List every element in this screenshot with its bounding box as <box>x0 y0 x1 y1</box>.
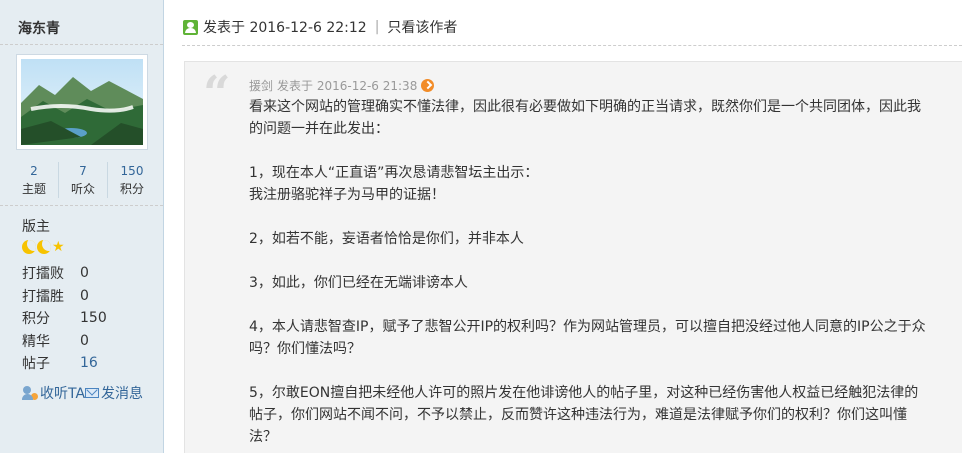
post-header: 发表于 2016-12-6 22:12 | 只看该作者 <box>183 17 457 37</box>
profile-key: 打擂胜 <box>22 288 64 305</box>
quote-line: 吗？你们懂法吗？ <box>249 341 361 357</box>
profile-key: 帖子 <box>22 356 50 373</box>
moon-icon <box>37 240 51 254</box>
profile-row: 积分 150 <box>22 307 107 330</box>
divider <box>182 45 962 46</box>
quote-block: “ 援剑 发表于 2016-12-6 21:38 看来这个网站的管理确实不懂法律… <box>184 61 962 453</box>
profile-row: 精华 0 <box>22 330 107 353</box>
quote-line: 2，如若不能，妄语者恰恰是你们，并非本人 <box>249 231 524 247</box>
jump-to-post-icon[interactable] <box>421 79 435 92</box>
stat-points-label: 积分 <box>119 182 144 196</box>
quote-line: 的问题一并在此发出： <box>249 121 389 137</box>
author-actions: 收听TA 发消息 <box>22 383 143 403</box>
profile-row: 帖子 16 <box>22 352 107 375</box>
online-status-icon <box>183 19 198 35</box>
author-sidebar: 海东青 2 主题 7 听众 150 积分 版主 ★ 打擂败 0 打擂胜 0 积分… <box>0 0 164 453</box>
posts-count-link[interactable]: 16 <box>80 355 98 371</box>
profile-key: 精华 <box>22 333 50 350</box>
profile-value: 0 <box>80 287 89 304</box>
quote-author: 援剑 <box>249 79 274 93</box>
stat-points[interactable]: 150 积分 <box>108 162 156 198</box>
rank-stars: ★ <box>22 240 65 254</box>
separator: | <box>374 19 380 35</box>
quote-line: 看来这个网站的管理确实不懂法律，因此很有必要做如下明确的正当请求，既然你们是一个… <box>249 99 921 115</box>
stat-followers[interactable]: 7 听众 <box>59 162 108 198</box>
profile-value: 0 <box>80 265 89 282</box>
stat-threads[interactable]: 2 主题 <box>10 162 59 198</box>
quote-line: 4，本人请悲智查IP，赋予了悲智公开IP的权利吗？作为网站管理员，可以擅自把没经… <box>249 319 926 335</box>
profile-value: 150 <box>80 310 107 327</box>
quote-body: 看来这个网站的管理确实不懂法律，因此很有必要做如下明确的正当请求，既然你们是一个… <box>249 96 949 448</box>
quote-time: 发表于 2016-12-6 21:38 <box>277 79 418 93</box>
profile-row: 打擂败 0 <box>22 262 107 285</box>
profile-key: 打擂败 <box>22 266 64 283</box>
profile-list: 打擂败 0 打擂胜 0 积分 150 精华 0 帖子 16 <box>22 262 107 375</box>
quote-line: 帖子，你们网站不闻不问，不予以禁止，反而赞许这种违法行为，难道是法律赋予你们的权… <box>249 407 907 423</box>
quote-meta: 援剑 发表于 2016-12-6 21:38 <box>249 77 435 94</box>
mail-icon[interactable] <box>85 388 100 398</box>
only-author-link[interactable]: 只看该作者 <box>387 17 457 37</box>
profile-value: 0 <box>80 332 89 349</box>
quote-line: 我注册骆驼祥子为马甲的证据！ <box>249 187 445 203</box>
star-icon: ★ <box>52 239 65 255</box>
stat-threads-label: 主题 <box>21 182 46 196</box>
stat-followers-count[interactable]: 7 <box>59 162 107 180</box>
stat-followers-label: 听众 <box>70 182 95 196</box>
profile-key: 积分 <box>22 311 50 328</box>
quote-line: 3，如此，你们已经在无端诽谤本人 <box>249 275 468 291</box>
stat-threads-count[interactable]: 2 <box>10 162 58 180</box>
user-rank: 版主 <box>22 219 50 235</box>
post-time: 发表于 2016-12-6 22:12 <box>203 20 367 36</box>
moon-icon <box>22 240 36 254</box>
follow-icon[interactable] <box>22 386 38 400</box>
send-message-button[interactable]: 发消息 <box>101 383 143 403</box>
avatar-image <box>21 59 143 145</box>
quote-line: 5，尔敢EON擅自把未经他人许可的照片发在他诽谤他人的帖子里，对这种已经伤害他人… <box>249 385 919 401</box>
author-name[interactable]: 海东青 <box>18 18 60 38</box>
stat-points-count[interactable]: 150 <box>108 162 156 180</box>
follow-button[interactable]: 收听TA <box>40 383 85 403</box>
avatar[interactable] <box>16 54 148 150</box>
divider <box>0 44 163 45</box>
author-stats: 2 主题 7 听众 150 积分 <box>10 162 156 198</box>
divider <box>0 205 163 206</box>
quote-line: 1，现在本人“正直语”再次恳请悲智坛主出示： <box>249 165 539 181</box>
quote-mark-icon: “ <box>203 66 231 122</box>
quote-line: 法？ <box>249 429 277 445</box>
profile-row: 打擂胜 0 <box>22 285 107 308</box>
